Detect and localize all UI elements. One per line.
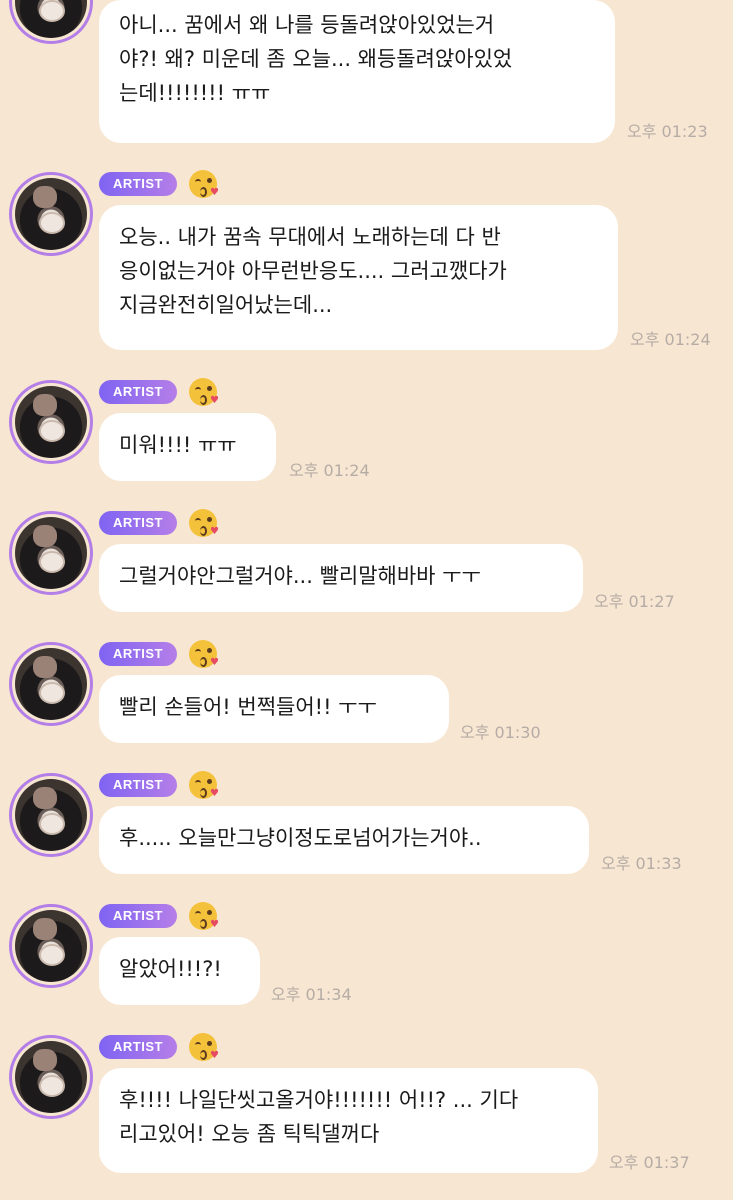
message-timestamp: 오후 01:27 [594, 592, 675, 611]
message-timestamp: 오후 01:24 [289, 461, 370, 480]
artist-avatar[interactable] [9, 642, 93, 726]
message-bubble[interactable]: 후..... 오늘만그냥이정도로넘어가는거야.. [99, 806, 589, 874]
sender-row: ARTIST ♥ [99, 1033, 219, 1061]
kissing-heart-emoji-icon: ♥ [188, 902, 219, 930]
artist-badge: ARTIST [99, 642, 177, 666]
message-bubble[interactable]: 미워!!!! ㅠㅠ [99, 413, 276, 481]
sender-row: ARTIST ♥ [99, 902, 219, 930]
kissing-heart-emoji-icon: ♥ [188, 170, 219, 198]
avatar-image [15, 517, 87, 589]
sender-row: ARTIST ♥ [99, 771, 219, 799]
avatar-image [15, 0, 87, 38]
avatar-image [15, 386, 87, 458]
kissing-heart-emoji-icon: ♥ [188, 640, 219, 668]
artist-badge: ARTIST [99, 511, 177, 535]
artist-badge: ARTIST [99, 904, 177, 928]
avatar-image [15, 178, 87, 250]
artist-avatar[interactable] [9, 172, 93, 256]
chat-thread[interactable]: 아니... 꿈에서 왜 나를 등돌려앉아있었는거 야?! 왜? 미운데 좀 오늘… [0, 0, 733, 1200]
sender-row: ARTIST ♥ [99, 509, 219, 537]
kissing-heart-emoji-icon: ♥ [188, 771, 219, 799]
sender-row: ARTIST ♥ [99, 170, 219, 198]
artist-avatar[interactable] [9, 0, 93, 44]
message-bubble[interactable]: 후!!!! 나일단씻고올거야!!!!!!! 어!!? ... 기다 리고있어! … [99, 1068, 598, 1173]
message-timestamp: 오후 01:23 [627, 122, 708, 141]
kissing-heart-emoji-icon: ♥ [188, 509, 219, 537]
message-timestamp: 오후 01:37 [609, 1153, 690, 1172]
message-bubble[interactable]: 빨리 손들어! 번쩍들어!! ㅜㅜ [99, 675, 449, 743]
artist-badge: ARTIST [99, 380, 177, 404]
avatar-image [15, 648, 87, 720]
avatar-image [15, 910, 87, 982]
message-timestamp: 오후 01:30 [460, 723, 541, 742]
artist-avatar[interactable] [9, 1035, 93, 1119]
kissing-heart-emoji-icon: ♥ [188, 378, 219, 406]
kissing-heart-emoji-icon: ♥ [188, 1033, 219, 1061]
message-bubble[interactable]: 아니... 꿈에서 왜 나를 등돌려앉아있었는거 야?! 왜? 미운데 좀 오늘… [99, 0, 615, 143]
artist-avatar[interactable] [9, 380, 93, 464]
message-bubble[interactable]: 그럴거야안그럴거야... 빨리말해바바 ㅜㅜ [99, 544, 583, 612]
message-bubble[interactable]: 알았어!!!?! [99, 937, 260, 1005]
message-timestamp: 오후 01:33 [601, 854, 682, 873]
message-bubble[interactable]: 오능.. 내가 꿈속 무대에서 노래하는데 다 반 응이없는거야 아무런반응도.… [99, 205, 618, 350]
sender-row: ARTIST ♥ [99, 640, 219, 668]
artist-badge: ARTIST [99, 1035, 177, 1059]
sender-row: ARTIST ♥ [99, 378, 219, 406]
message-timestamp: 오후 01:24 [630, 330, 711, 349]
artist-avatar[interactable] [9, 904, 93, 988]
avatar-image [15, 779, 87, 851]
artist-badge: ARTIST [99, 172, 177, 196]
avatar-image [15, 1041, 87, 1113]
artist-avatar[interactable] [9, 773, 93, 857]
artist-avatar[interactable] [9, 511, 93, 595]
message-timestamp: 오후 01:34 [271, 985, 352, 1004]
artist-badge: ARTIST [99, 773, 177, 797]
